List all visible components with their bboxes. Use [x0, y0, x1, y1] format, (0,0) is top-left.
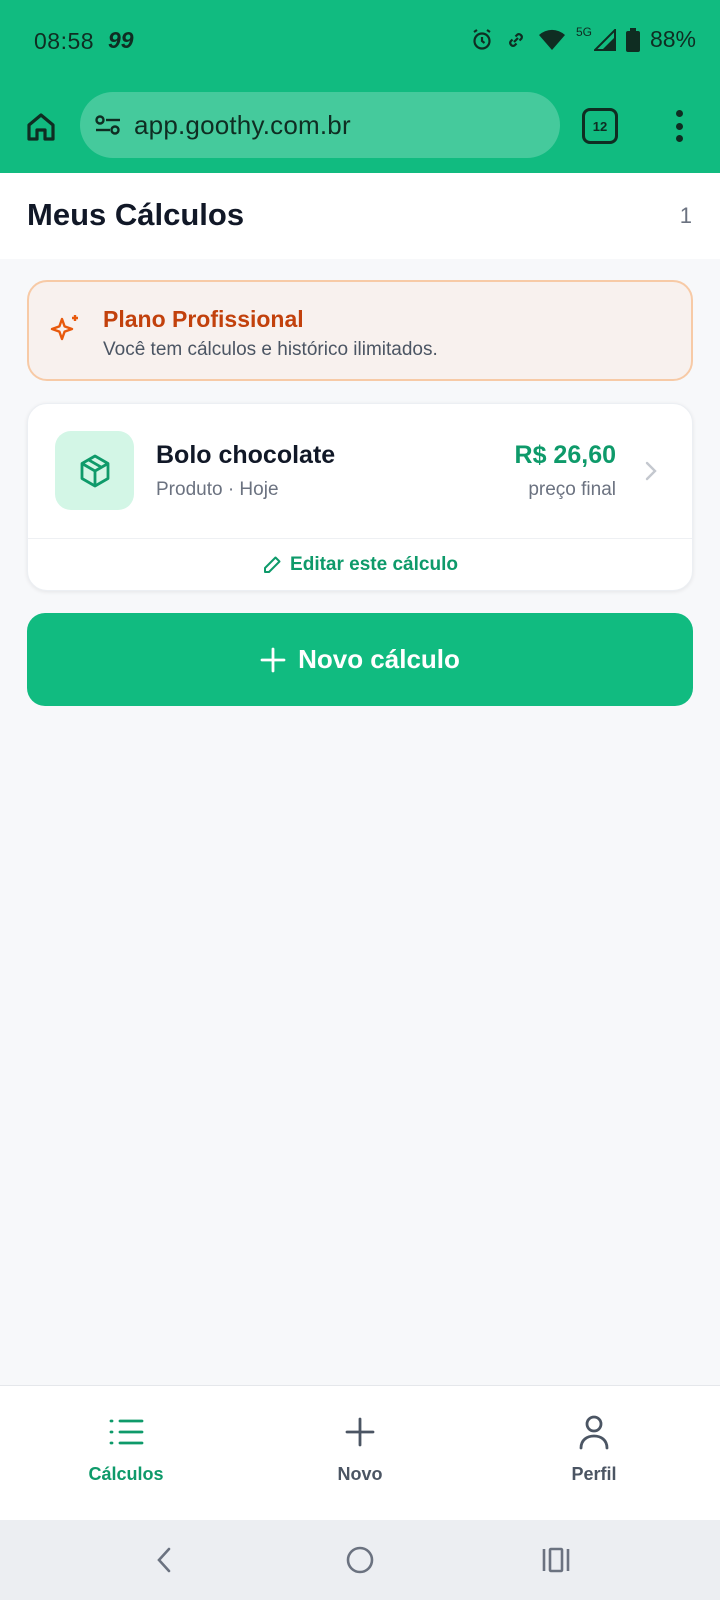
url-text: app.goothy.com.br [134, 109, 351, 140]
site-settings-icon [95, 115, 120, 135]
status-bar: 08:58 99 5G 88% [0, 0, 720, 84]
browser-menu-button[interactable] [664, 108, 694, 144]
menu-dot [675, 110, 683, 117]
back-icon [157, 1547, 171, 1573]
nav-item-calculos[interactable]: Cálculos [6, 1386, 246, 1521]
plan-title: Plano Profissional [103, 306, 304, 332]
link-icon [509, 32, 523, 47]
plus-icon [345, 1417, 375, 1447]
calculation-card[interactable]: Bolo chocolate Produto · Hoje R$ 26,60 p… [27, 403, 693, 591]
edit-calculation-label: Editar este cálculo [290, 554, 458, 575]
menu-dot [675, 135, 683, 142]
package-icon [80, 454, 109, 487]
calculation-price: R$ 26,60 [514, 441, 616, 469]
status-icons: 5G 88% [470, 24, 696, 53]
notification-app-icon: 99 [108, 27, 134, 53]
recents-button[interactable] [536, 1540, 576, 1580]
nav-item-novo[interactable]: Novo [240, 1386, 480, 1521]
page-title: Meus Cálculos [27, 197, 245, 232]
browser-chrome: 08:58 99 5G 88% app.goothy.com.br 12 [0, 0, 720, 173]
alarm-icon [473, 28, 491, 50]
user-icon [579, 1415, 609, 1450]
menu-dot [675, 122, 683, 130]
pencil-icon [264, 556, 281, 573]
battery-percent: 88% [649, 26, 696, 52]
url-field[interactable]: app.goothy.com.br [80, 92, 560, 158]
battery-icon [625, 27, 640, 52]
circle-home-icon [346, 1546, 374, 1574]
calculation-meta: Produto · Hoje [156, 479, 279, 500]
status-time: 08:58 [34, 28, 95, 54]
nav-label: Perfil [571, 1464, 617, 1484]
nav-item-perfil[interactable]: Perfil [474, 1386, 714, 1521]
edit-calculation-link[interactable]: Editar este cálculo [28, 538, 692, 592]
chevron-right-icon [645, 461, 657, 481]
price-label: preço final [528, 479, 616, 500]
new-calculation-label: Novo cálculo [298, 644, 460, 674]
home-system-button[interactable] [340, 1540, 380, 1580]
list-icon [109, 1419, 144, 1445]
product-thumbnail [55, 431, 134, 510]
nav-label: Cálculos [88, 1464, 164, 1484]
address-bar-row: app.goothy.com.br 12 [0, 86, 720, 172]
signal-icon [593, 28, 616, 51]
system-nav-bar [0, 1520, 720, 1600]
plan-banner: Plano Profissional Você tem cálculos e h… [27, 280, 693, 381]
plus-icon [260, 647, 286, 672]
calculation-name: Bolo chocolate [156, 441, 336, 469]
nav-label: Novo [337, 1464, 383, 1484]
page-header: Meus Cálculos 1 [0, 173, 720, 259]
sparkle-icon [50, 315, 78, 341]
plan-subtitle: Você tem cálculos e histórico ilimitados… [103, 339, 438, 360]
back-button[interactable] [144, 1540, 184, 1580]
network-type: 5G [575, 24, 592, 39]
tab-switcher-button[interactable]: 12 [582, 108, 618, 144]
home-button[interactable] [18, 104, 64, 150]
bottom-nav: Cálculos Novo Perfil [0, 1385, 720, 1520]
home-icon [27, 113, 55, 141]
new-calculation-button[interactable]: Novo cálculo [27, 613, 693, 706]
calculation-count: 1 [679, 203, 692, 228]
recents-icon [542, 1547, 570, 1573]
wifi-icon [538, 29, 565, 50]
